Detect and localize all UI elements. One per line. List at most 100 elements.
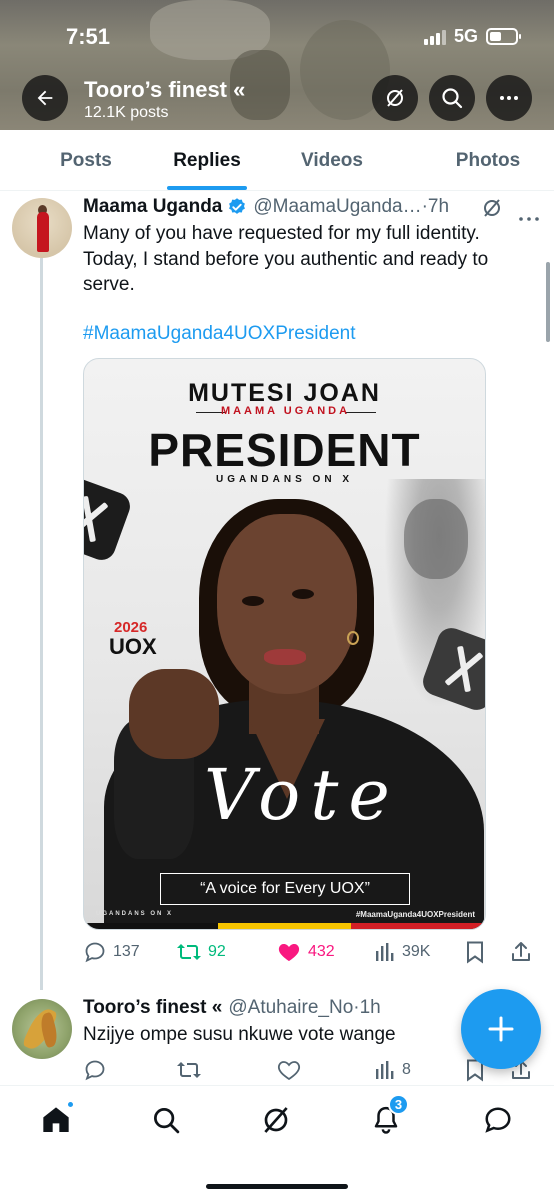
reply-icon [85,942,105,963]
thread-line [40,258,43,990]
tab-photos[interactable]: Photos [422,130,554,190]
search-icon [154,1108,180,1134]
bottom-nav: 3 [0,1085,554,1199]
header-title-block: Tooro’s finest « 12.1K posts [84,77,245,122]
reply-button[interactable]: 137 [83,940,176,964]
portrait-lips [264,649,306,665]
nav-search[interactable] [146,1100,186,1140]
share-button[interactable] [509,940,533,964]
home-indicator [206,1184,348,1189]
heart-icon [277,1061,301,1081]
poster-vote-text: Vote [204,754,400,836]
portrait-earring [347,631,359,645]
like-count: 432 [308,943,335,960]
views-button[interactable]: 8 [374,1059,464,1081]
back-button[interactable] [22,75,68,121]
views-chart-icon [376,943,394,961]
nav-notifications[interactable]: 3 [366,1094,409,1140]
poster-footer-left: UGANDANS ON X [96,911,174,917]
views-chart-icon [376,1061,394,1079]
like-button[interactable] [276,1058,374,1082]
search-icon [442,88,463,109]
post-count: 12.1K posts [84,104,169,121]
status-time: 7:51 [66,24,111,49]
tweet-time: ·1h [353,997,381,1018]
signal-icon [423,29,446,45]
like-button[interactable]: 432 [276,940,374,964]
x-logo-icon [84,474,134,564]
flag-stripe [84,923,485,929]
author-handle[interactable]: @MaamaUganda… [253,196,421,218]
tab-label: Posts [60,150,112,171]
author-name[interactable]: Maama Uganda [83,196,222,218]
bookmark-icon [467,941,483,964]
status-indicators: 5G [423,26,521,47]
arrow-left-icon [37,90,53,106]
tab-label: Replies [173,150,241,171]
notification-badge: 3 [388,1094,409,1115]
hashtag-link[interactable]: #MaamaUganda4UOXPresident [83,323,356,345]
tab-label: Photos [455,150,521,171]
retweet-icon [177,944,201,960]
retweet-button[interactable]: 92 [176,940,276,964]
scrollbar[interactable] [546,262,550,342]
reply-button[interactable] [83,1058,176,1082]
grok-icon[interactable] [480,196,504,220]
author-handle[interactable]: @Atuhaire_No [228,997,353,1019]
tweet-text: Nzijye ompe susu nkuwe vote wange [83,1024,396,1045]
tweet-time: ·7h [421,196,450,217]
tab-videos[interactable]: Videos [242,130,422,190]
compose-button[interactable] [461,989,541,1069]
portrait-eye [292,589,314,599]
avatar[interactable] [12,198,72,258]
grok-icon [264,1107,288,1133]
tweet-text: Many of you have requested for my full i… [83,223,489,295]
portrait-hand [129,669,219,759]
unread-dot [66,1100,75,1109]
avatar[interactable] [12,999,72,1059]
battery-icon [486,28,521,45]
view-count: 39K [402,943,431,960]
background-portrait [404,499,468,579]
bookmark-button[interactable] [464,940,509,964]
plus-icon [488,1016,514,1042]
retweet-button[interactable] [176,1058,276,1082]
poster-role: PRESIDENT [148,424,421,476]
poster-uox: UOX [109,634,157,659]
view-count: 8 [402,1061,411,1078]
verified-badge-icon [229,198,246,214]
share-icon [512,942,530,961]
tab-replies[interactable]: Replies [172,130,242,190]
reply-icon [85,1060,105,1081]
retweet-icon [177,1062,201,1078]
more-horizontal-icon [500,96,518,100]
portrait-eye [242,596,264,606]
poster-group: UGANDANS ON X [215,474,353,485]
tweet-actions: 137 92 432 39K [83,940,543,964]
heart-filled-icon [278,944,300,961]
chat-icon [485,1107,511,1133]
poster-name: MUTESI JOAN [188,379,381,407]
profile-header: 7:51 5G Tooro’s finest « 12.1K posts [0,0,554,130]
campaign-poster-image[interactable]: MUTESI JOAN MAAMA UGANDA PRESIDENT UGAND… [83,358,486,930]
retweet-count: 92 [208,943,226,960]
profile-tabs: Posts Replies Videos Photos [0,130,554,191]
search-button[interactable] [429,75,475,121]
nav-messages[interactable] [478,1100,518,1140]
author-name[interactable]: Tooro’s finest « [83,997,222,1019]
poster-nickname: MAAMA UGANDA [220,405,351,417]
network-type: 5G [453,26,478,46]
page-title: Tooro’s finest « [84,77,246,102]
grok-button[interactable] [372,75,418,121]
tweet-header: Tooro’s finest « @Atuhaire_No ·1h [83,997,381,1019]
tab-label: Videos [301,150,363,171]
reply-count: 137 [113,943,140,960]
home-icon [43,1107,69,1132]
tweet-actions: 8 [83,1058,543,1082]
poster-footer-right: #MaamaUganda4UOXPresident [355,910,475,919]
more-button[interactable] [486,75,532,121]
nav-home[interactable] [36,1100,76,1140]
nav-grok[interactable] [256,1100,296,1140]
views-button[interactable]: 39K [374,941,464,963]
tab-posts[interactable]: Posts [0,130,172,190]
